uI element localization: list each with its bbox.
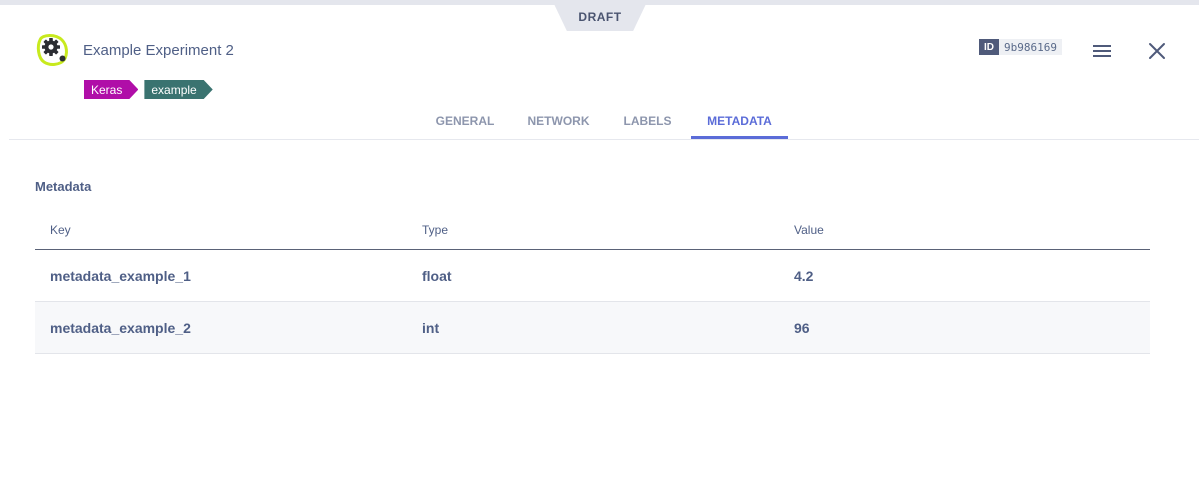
experiment-id[interactable]: ID 9b986169 — [979, 39, 1062, 55]
tab-general[interactable]: GENERAL — [425, 103, 505, 138]
cell-type: int — [422, 320, 440, 336]
cell-value: 4.2 — [794, 268, 814, 284]
column-header-value: Value — [794, 223, 824, 237]
table-row[interactable]: metadata_example_1 float 4.2 — [35, 250, 1150, 302]
close-icon[interactable] — [1148, 42, 1166, 60]
section-title: Metadata — [35, 179, 92, 194]
id-label: ID — [979, 39, 999, 55]
column-header-type: Type — [422, 223, 449, 237]
column-header-key: Key — [50, 223, 71, 237]
cell-key: metadata_example_1 — [50, 268, 191, 284]
cell-type: float — [422, 268, 452, 284]
tag-keras[interactable]: Keras — [84, 80, 138, 99]
table-header: Key Type Value — [35, 210, 1150, 250]
cell-key: metadata_example_2 — [50, 320, 191, 336]
experiment-gear-icon — [34, 32, 72, 70]
tag-example[interactable]: example — [144, 80, 212, 99]
cell-value: 96 — [794, 320, 810, 336]
tag-list: Keras example — [84, 80, 213, 99]
tabs-divider — [9, 139, 1199, 140]
experiment-title: Example Experiment 2 — [83, 42, 234, 59]
metadata-table: Key Type Value metadata_example_1 float … — [35, 210, 1150, 354]
id-value: 9b986169 — [999, 39, 1062, 55]
table-row[interactable]: metadata_example_2 int 96 — [35, 302, 1150, 354]
tab-metadata[interactable]: METADATA — [691, 103, 788, 138]
tab-network[interactable]: NETWORK — [517, 103, 600, 138]
draft-status-badge: DRAFT — [554, 4, 646, 31]
tab-bar: GENERAL NETWORK LABELS METADATA — [0, 103, 1199, 140]
tab-labels[interactable]: LABELS — [613, 103, 682, 138]
hamburger-menu-icon[interactable] — [1092, 43, 1112, 59]
